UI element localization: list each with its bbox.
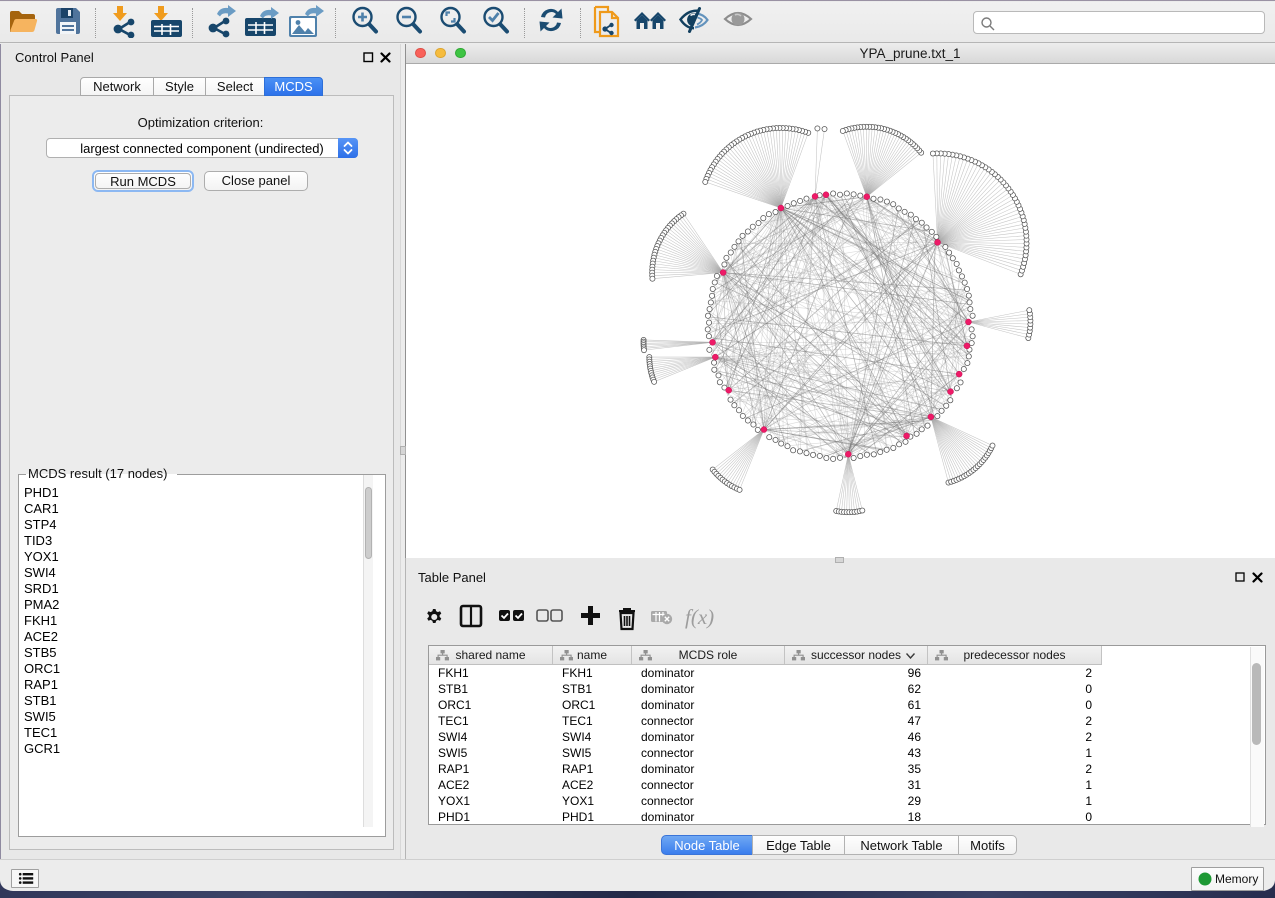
svg-text:f(x): f(x) (685, 605, 714, 629)
